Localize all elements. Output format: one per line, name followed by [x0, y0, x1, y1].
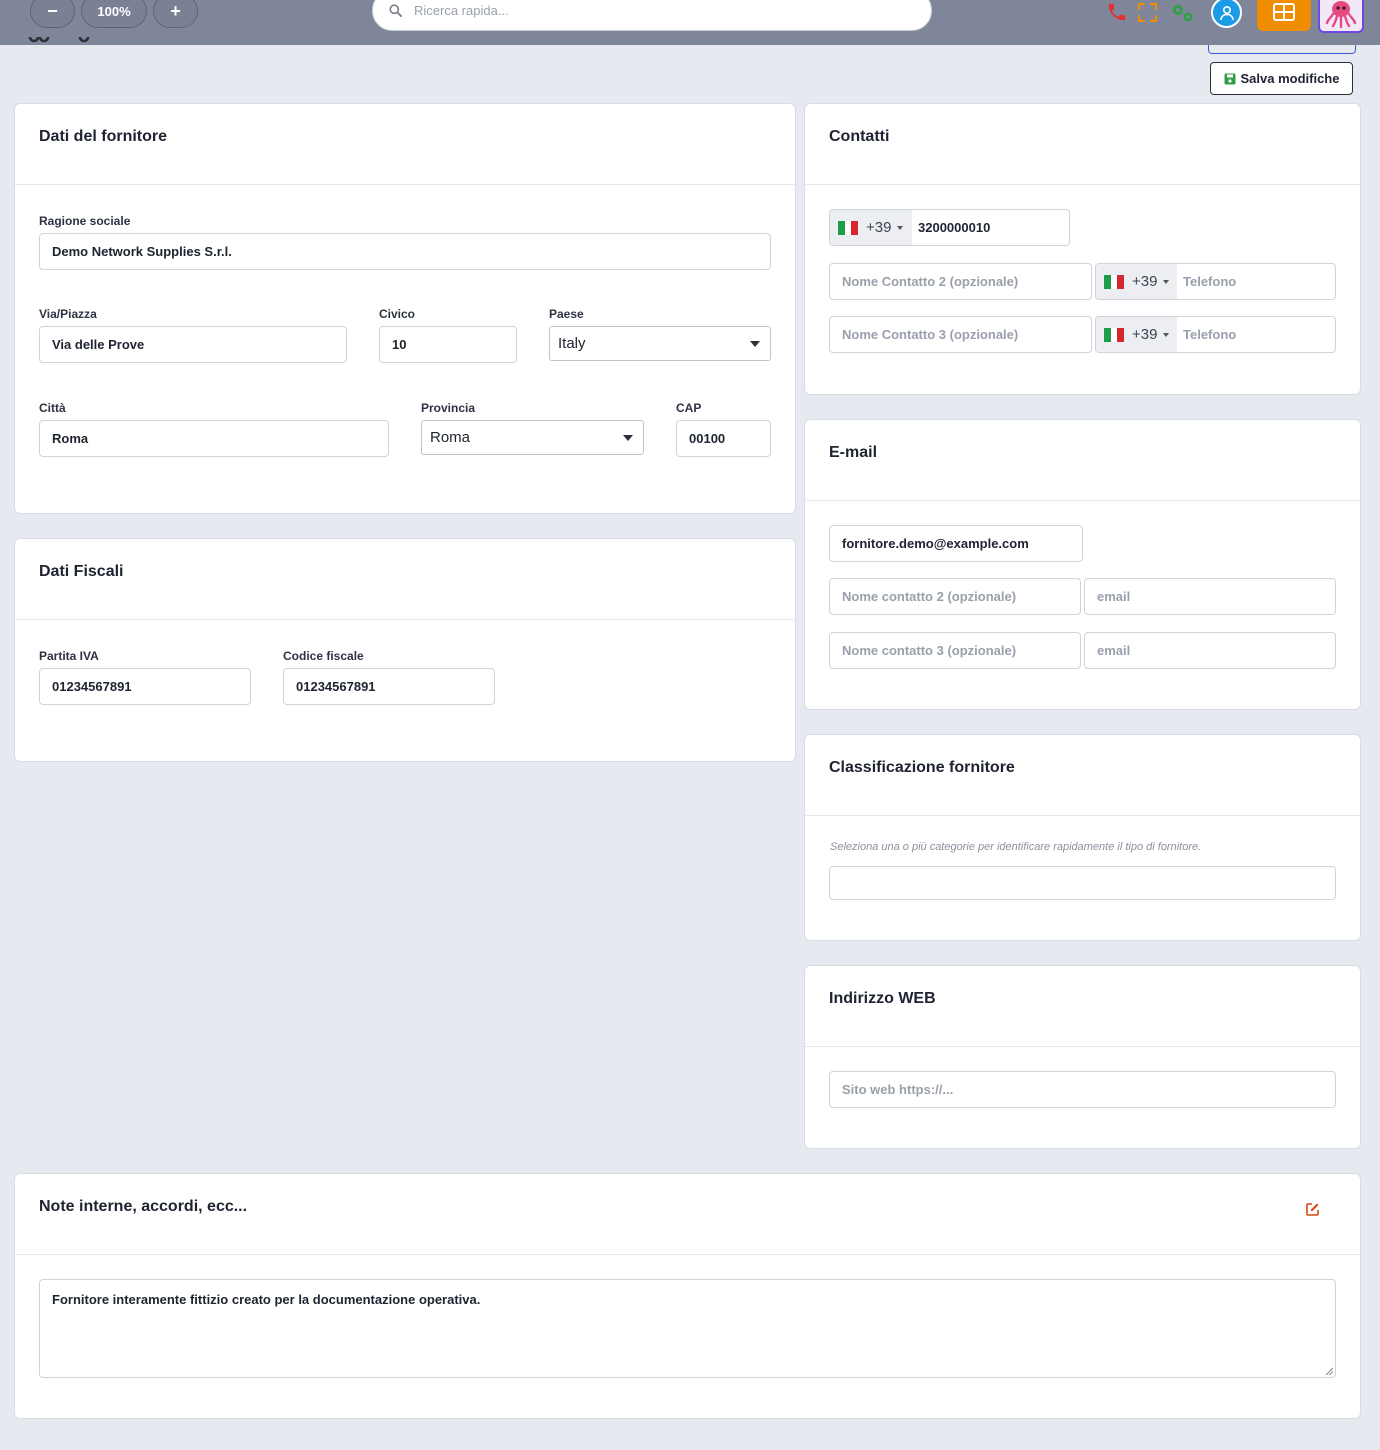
save-button[interactable]: Salva modifiche	[1210, 62, 1353, 95]
email3-input[interactable]: email	[1084, 632, 1336, 669]
card-header: E-mail	[805, 420, 1360, 501]
card-title: Dati Fiscali	[39, 563, 124, 580]
edit-icon[interactable]	[1306, 1202, 1320, 1221]
contact2-prefix-select[interactable]: +39	[1096, 264, 1177, 299]
card-title: Classificazione fornitore	[829, 759, 1015, 776]
via-input[interactable]: Via delle Prove	[39, 326, 347, 363]
codice-fiscale-input[interactable]: 01234567891	[283, 668, 495, 705]
email1-input[interactable]: fornitore.demo@example.com	[829, 525, 1083, 562]
partita-iva-label: Partita IVA	[39, 649, 99, 663]
phone-icon[interactable]	[1105, 1, 1129, 23]
citta-label: Città	[39, 401, 66, 415]
save-button-label: Salva modifiche	[1240, 71, 1340, 86]
contacts-card: Contatti 3200000010 +39 Nome Contatto 2 …	[804, 103, 1361, 395]
ragione-sociale-label: Ragione sociale	[39, 214, 131, 228]
classification-select[interactable]	[829, 866, 1336, 900]
chevron-down-icon	[750, 341, 760, 347]
card-title: Indirizzo WEB	[829, 990, 936, 1007]
contact3-prefix-select[interactable]: +39	[1096, 317, 1177, 352]
classification-card: Classificazione fornitore Seleziona una …	[804, 734, 1361, 941]
card-header: Indirizzo WEB	[805, 966, 1360, 1047]
italy-flag-icon	[1104, 327, 1125, 342]
card-header: Classificazione fornitore	[805, 735, 1360, 816]
via-label: Via/Piazza	[39, 307, 97, 321]
email-contact3-name-input[interactable]: Nome contatto 3 (opzionale)	[829, 632, 1081, 669]
email-contact2-name-input[interactable]: Nome contatto 2 (opzionale)	[829, 578, 1081, 615]
resize-handle-icon[interactable]	[1325, 1367, 1333, 1375]
cap-label: CAP	[676, 401, 702, 415]
website-input[interactable]: Sito web https://...	[829, 1071, 1336, 1108]
ragione-sociale-input[interactable]: Demo Network Supplies S.r.l.	[39, 233, 771, 270]
fiscal-data-card: Dati Fiscali Partita IVA 01234567891 Cod…	[14, 538, 796, 762]
gears-icon[interactable]	[1170, 2, 1196, 24]
cap-input[interactable]: 00100	[676, 420, 771, 457]
card-header: Dati Fiscali	[15, 539, 795, 620]
fullscreen-icon[interactable]	[1137, 2, 1157, 22]
search-icon	[389, 4, 402, 17]
notes-card: Note interne, accordi, ecc... Fornitore …	[14, 1173, 1361, 1419]
supplier-data-card: Dati del fornitore Ragione sociale Demo …	[14, 103, 796, 514]
quick-search[interactable]: Ricerca rapida...	[372, 0, 932, 31]
grid-menu-button[interactable]	[1257, 0, 1311, 31]
zoom-out-button[interactable]: −	[30, 0, 75, 28]
civico-label: Civico	[379, 307, 416, 321]
top-bar: − 100% + Ricerca rapida...	[0, 0, 1380, 45]
phone1-prefix-select[interactable]: +39	[830, 210, 912, 245]
provincia-value: Roma	[430, 429, 471, 446]
chevron-down-icon	[623, 435, 633, 441]
provincia-select[interactable]: Roma	[421, 420, 644, 455]
contact3-name-input[interactable]: Nome Contatto 3 (opzionale)	[829, 316, 1092, 353]
zoom-level-button[interactable]: 100%	[81, 0, 147, 28]
prefix-label: +39	[1132, 326, 1158, 343]
card-title: Contatti	[829, 128, 890, 145]
italy-flag-icon	[1104, 274, 1125, 289]
save-icon	[1224, 73, 1235, 84]
partita-iva-input[interactable]: 01234567891	[39, 668, 251, 705]
card-title: Note interne, accordi, ecc...	[39, 1198, 248, 1215]
zoom-in-button[interactable]: +	[153, 0, 198, 28]
chevron-down-icon	[1163, 332, 1170, 337]
prefix-label: +39	[1132, 273, 1158, 290]
octopus-avatar[interactable]	[1318, 0, 1364, 33]
email-card: E-mail fornitore.demo@example.com Nome c…	[804, 419, 1361, 710]
user-icon[interactable]	[1211, 0, 1242, 28]
web-address-card: Indirizzo WEB Sito web https://...	[804, 965, 1361, 1149]
page-title-fragment	[22, 33, 102, 47]
contact2-name-input[interactable]: Nome Contatto 2 (opzionale)	[829, 263, 1092, 300]
provincia-label: Provincia	[421, 401, 476, 415]
paese-select[interactable]: Italy	[549, 326, 771, 361]
card-header: Contatti	[805, 104, 1360, 185]
italy-flag-icon	[838, 220, 859, 235]
email2-input[interactable]: email	[1084, 578, 1336, 615]
notes-text: Fornitore interamente fittizio creato pe…	[52, 1292, 481, 1307]
classification-hint: Seleziona una o più categorie per identi…	[830, 841, 1202, 853]
hidden-header-button[interactable]	[1208, 45, 1356, 54]
card-header: Dati del fornitore	[15, 104, 795, 185]
card-title: E-mail	[829, 444, 878, 461]
notes-textarea[interactable]: Fornitore interamente fittizio creato pe…	[39, 1279, 1336, 1378]
civico-input[interactable]: 10	[379, 326, 517, 363]
paese-label: Paese	[549, 307, 584, 321]
chevron-down-icon	[897, 225, 904, 230]
grid-icon	[1273, 2, 1295, 21]
card-header: Note interne, accordi, ecc...	[15, 1174, 1360, 1255]
card-title: Dati del fornitore	[39, 128, 168, 145]
codice-fiscale-label: Codice fiscale	[283, 649, 364, 663]
citta-input[interactable]: Roma	[39, 420, 389, 457]
search-placeholder: Ricerca rapida...	[414, 3, 509, 18]
paese-value: Italy	[558, 335, 586, 352]
prefix-label: +39	[866, 219, 892, 236]
chevron-down-icon	[1163, 279, 1170, 284]
